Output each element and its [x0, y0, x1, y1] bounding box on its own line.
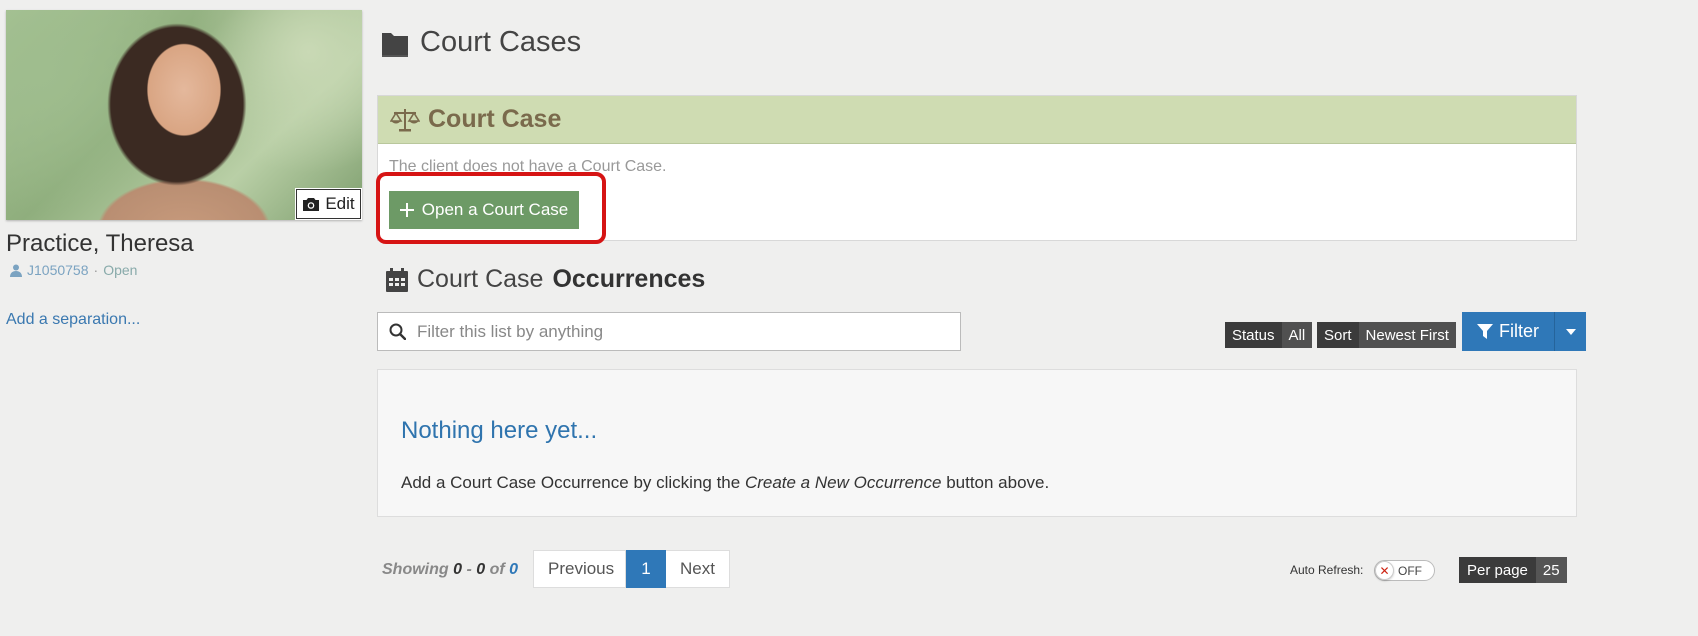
client-name: Practice, Theresa [6, 230, 194, 257]
filter-dropdown-toggle[interactable] [1554, 312, 1586, 351]
occurrences-search [377, 312, 961, 351]
current-page-button[interactable]: 1 [626, 550, 666, 588]
page-title: Court Cases [378, 26, 581, 59]
auto-refresh-toggle[interactable]: ✕ OFF [1374, 560, 1435, 581]
sort-chip-value: Newest First [1358, 322, 1456, 348]
balance-scale-icon [390, 108, 420, 131]
user-icon [10, 264, 22, 277]
page-title-text: Court Cases [420, 26, 582, 58]
empty-desc-emphasis: Create a New Occurrence [744, 473, 942, 492]
filter-button[interactable]: Filter [1462, 312, 1554, 351]
per-page-value: 25 [1535, 557, 1567, 583]
filter-icon [1477, 324, 1493, 339]
next-page-button[interactable]: Next [666, 550, 730, 588]
folder-icon [379, 32, 408, 57]
court-case-panel-header: Court Case [378, 96, 1576, 144]
plus-icon [399, 203, 414, 217]
status-chip-key: Status [1225, 322, 1282, 348]
toggle-state-label: OFF [1398, 563, 1422, 578]
occurrences-empty-panel: Nothing here yet... Add a Court Case Occ… [377, 369, 1577, 517]
court-case-panel-title: Court Case [428, 105, 562, 133]
calendar-icon [386, 267, 408, 292]
court-case-panel-body: The client does not have a Court Case. O… [378, 144, 1576, 229]
occurrences-title-bold: Occurrences [552, 265, 706, 293]
per-page-selector[interactable]: Per page 25 [1459, 557, 1567, 583]
per-page-label: Per page [1459, 557, 1536, 583]
range-start: 0 [453, 561, 463, 578]
no-court-case-text: The client does not have a Court Case. [389, 158, 667, 175]
empty-state-title: Nothing here yet... [401, 417, 598, 444]
range-separator: - [466, 561, 472, 578]
total-count: 0 [509, 561, 519, 578]
camera-icon [303, 197, 320, 211]
filter-button-label: Filter [1499, 321, 1539, 341]
add-separation-link[interactable]: Add a separation... [6, 311, 140, 329]
status-filter-chip[interactable]: Status All [1225, 322, 1313, 348]
court-case-panel: Court Case The client does not have a Co… [377, 95, 1577, 241]
open-court-case-button[interactable]: Open a Court Case [389, 191, 579, 229]
client-status: Open [103, 262, 138, 278]
status-chip-value: All [1281, 322, 1313, 348]
client-id[interactable]: J1050758 [27, 262, 89, 278]
showing-count: Showing 0 - 0 of 0 [382, 561, 518, 579]
close-icon: ✕ [1375, 561, 1394, 580]
edit-photo-button[interactable]: Edit [296, 189, 361, 219]
empty-state-description: Add a Court Case Occurrence by clicking … [401, 473, 1049, 493]
occurrences-search-input[interactable] [415, 320, 960, 343]
empty-desc-before: Add a Court Case Occurrence by clicking … [401, 473, 745, 492]
meta-separator: · [93, 262, 99, 278]
caret-down-icon [1565, 328, 1576, 335]
auto-refresh-label: Auto Refresh: [1290, 563, 1364, 577]
edit-photo-label: Edit [325, 194, 355, 213]
empty-desc-after: button above. [941, 473, 1050, 492]
pagination: Previous 1 Next [533, 550, 730, 588]
occurrences-title-prefix: Court Case [417, 265, 544, 293]
showing-label: Showing [382, 561, 449, 578]
client-meta: J1050758 · Open [10, 262, 137, 278]
of-label: of [489, 561, 505, 578]
previous-page-button[interactable]: Previous [533, 550, 626, 588]
open-court-case-label: Open a Court Case [421, 200, 569, 219]
sort-chip-key: Sort [1317, 322, 1359, 348]
search-icon [389, 323, 406, 340]
occurrences-title: Court Case Occurrences [386, 265, 705, 294]
range-end: 0 [476, 561, 486, 578]
filter-button-group: Filter [1462, 312, 1586, 351]
sort-chip[interactable]: Sort Newest First [1317, 322, 1456, 348]
